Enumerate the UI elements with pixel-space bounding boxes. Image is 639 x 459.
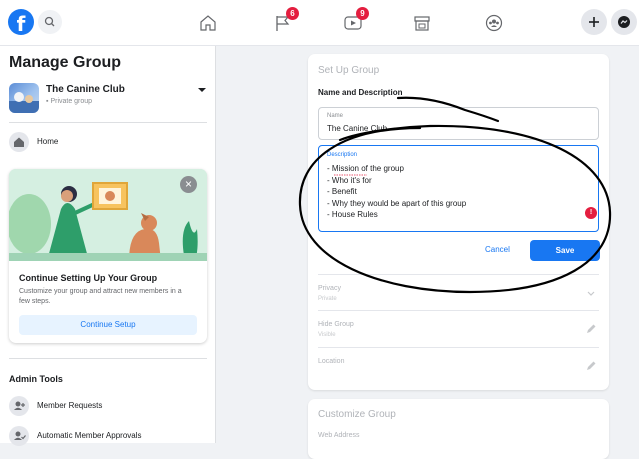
pencil-icon[interactable] <box>585 360 597 372</box>
setup-promo-card: × Continue Setting Up Your Group Customi… <box>9 169 207 343</box>
cancel-button[interactable]: Cancel <box>485 245 510 254</box>
sidebar-item-label: Home <box>37 137 59 146</box>
marketplace-icon[interactable] <box>410 11 434 35</box>
description-line: - Who it's for <box>327 175 372 185</box>
privacy-row[interactable]: Privacy Private <box>318 274 599 310</box>
auto-approvals-icon <box>9 426 29 446</box>
location-row[interactable]: Location <box>318 347 599 383</box>
error-badge: ! <box>585 207 597 219</box>
messenger-button[interactable] <box>611 9 637 35</box>
save-button[interactable]: Save <box>530 240 600 261</box>
description-line: - Benefit <box>327 187 357 196</box>
description-field[interactable]: Description - Mission of the group - Who… <box>318 145 599 232</box>
customize-group-heading: Customize Group <box>318 409 396 420</box>
description-line: - House Rules <box>327 210 378 219</box>
top-navigation-bar: f 6 9 <box>0 0 639 46</box>
description-line: - Mission of the group <box>327 164 404 173</box>
description-line: - Why they would be apart of this group <box>327 198 467 208</box>
create-button[interactable] <box>581 9 607 35</box>
home-icon[interactable] <box>196 11 220 35</box>
divider <box>9 358 207 359</box>
sidebar-item-member-requests[interactable]: Member Requests <box>9 396 207 416</box>
home-icon <box>9 132 29 152</box>
group-name-field[interactable]: Name The Canine Club <box>318 107 599 140</box>
group-cover-thumbnail[interactable] <box>9 83 39 113</box>
search-button[interactable] <box>38 10 62 34</box>
chevron-down-icon[interactable] <box>198 88 206 92</box>
group-privacy-text: Private group <box>50 98 93 105</box>
watch-icon[interactable]: 9 <box>341 7 369 35</box>
close-icon[interactable]: × <box>180 176 197 193</box>
web-address-label[interactable]: Web Address <box>318 432 360 439</box>
messenger-icon <box>618 16 630 28</box>
hide-group-row[interactable]: Hide Group Visible <box>318 310 599 346</box>
set-up-group-heading: Set Up Group <box>318 65 380 76</box>
promo-description: Customize your group and attract new mem… <box>19 288 182 305</box>
groups-icon[interactable] <box>482 11 506 35</box>
sidebar-item-home[interactable]: Home <box>9 132 207 152</box>
name-field-value: The Canine Club <box>327 124 388 133</box>
lock-icon: ▪ <box>46 98 49 105</box>
customize-group-panel: Customize Group Web Address <box>308 399 609 459</box>
pages-notification-badge: 6 <box>286 7 299 20</box>
name-description-title: Name and Description <box>318 88 403 97</box>
hide-group-value: Visible <box>318 332 336 338</box>
plus-icon <box>589 17 599 27</box>
hide-group-label: Hide Group <box>318 321 354 328</box>
description-text[interactable]: - Mission of the group - Who it's for - … <box>327 163 466 221</box>
privacy-label: Privacy <box>318 285 341 292</box>
set-up-group-panel: Set Up Group Name and Description Name T… <box>308 54 609 390</box>
group-privacy-label: ▪ Private group <box>46 98 92 105</box>
manage-group-sidebar: Manage Group The Canine Club ▪ Private g… <box>0 46 216 446</box>
member-requests-icon <box>9 396 29 416</box>
sidebar-item-label: Member Requests <box>37 401 103 410</box>
chevron-down-icon[interactable] <box>585 287 597 299</box>
pages-flag-icon[interactable]: 6 <box>271 7 299 35</box>
location-label: Location <box>318 358 345 365</box>
admin-tools-heading: Admin Tools <box>9 374 63 384</box>
name-field-label: Name <box>327 113 344 119</box>
continue-setup-button[interactable]: Continue Setup <box>19 315 197 335</box>
privacy-value: Private <box>318 296 337 302</box>
divider <box>9 122 207 123</box>
sidebar-item-automatic-member-approvals[interactable]: Automatic Member Approvals <box>9 426 207 446</box>
search-icon <box>44 16 55 27</box>
sidebar-item-label: Automatic Member Approvals <box>37 431 142 440</box>
pencil-icon[interactable] <box>585 323 597 335</box>
group-name[interactable]: The Canine Club <box>46 84 125 95</box>
promo-title: Continue Setting Up Your Group <box>19 273 158 283</box>
description-field-label: Description <box>327 152 358 158</box>
promo-illustration <box>9 169 207 261</box>
watch-notification-badge: 9 <box>356 7 369 20</box>
facebook-logo-icon[interactable]: f <box>8 9 34 36</box>
sidebar-title: Manage Group <box>9 54 122 71</box>
